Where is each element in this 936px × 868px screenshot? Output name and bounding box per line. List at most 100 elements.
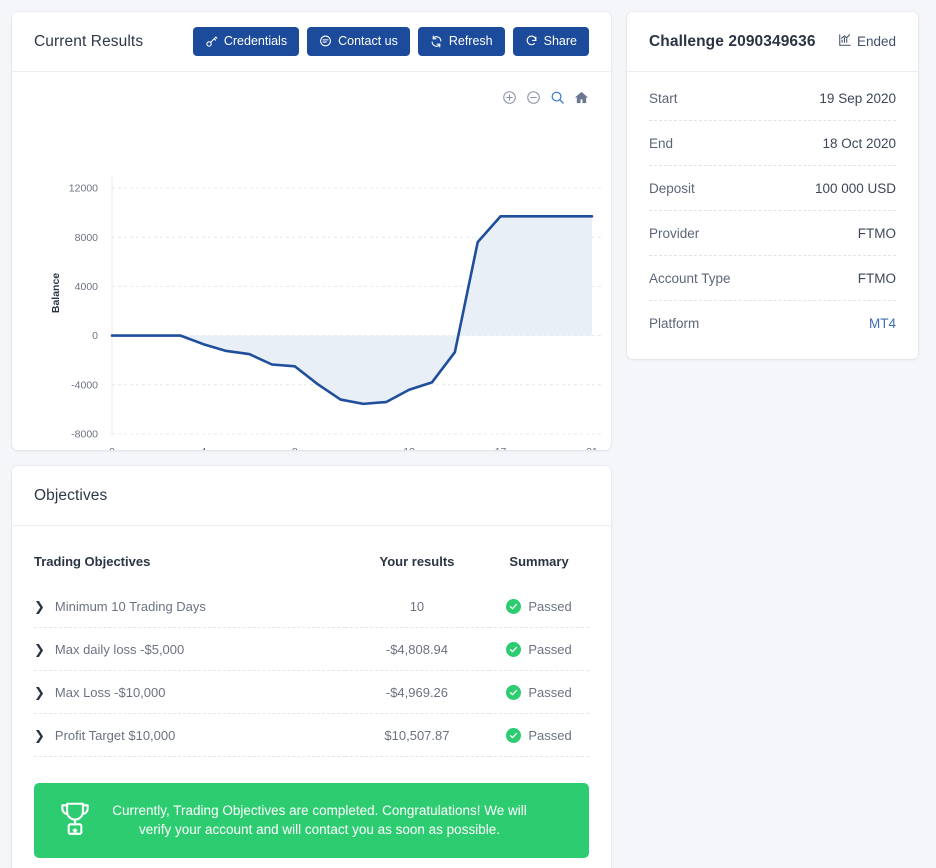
- objective-name-cell: ❯ Profit Target $10,000: [34, 714, 345, 757]
- key-icon: [205, 35, 218, 48]
- svg-text:0: 0: [109, 446, 115, 450]
- objective-result-cell: -$4,969.26: [345, 671, 489, 714]
- column-header-results: Your results: [345, 532, 489, 585]
- home-reset-icon[interactable]: [574, 90, 589, 105]
- svg-text:8: 8: [292, 446, 298, 450]
- objective-expand-toggle[interactable]: ❯ Profit Target $10,000: [34, 728, 345, 743]
- zoom-in-icon[interactable]: [502, 90, 517, 105]
- info-row: ProviderFTMO: [649, 211, 896, 256]
- check-circle-icon: [506, 599, 521, 614]
- page-root: Current Results Credentials: [0, 0, 936, 868]
- contact-us-button-label: Contact us: [338, 35, 398, 48]
- objective-label: Profit Target $10,000: [55, 728, 175, 743]
- info-row-value: FTMO: [858, 271, 896, 286]
- challenge-info-card: Challenge 2090349636 Ended Start 19 Sep 2…: [627, 12, 918, 359]
- objective-summary-cell: Passed: [489, 585, 589, 628]
- credentials-button[interactable]: Credentials: [193, 27, 299, 56]
- objective-label: Max Loss -$10,000: [55, 685, 166, 700]
- status-badge: Passed: [506, 728, 571, 743]
- share-button-label: Share: [544, 35, 577, 48]
- refresh-icon: [430, 35, 443, 48]
- selection-zoom-icon[interactable]: [550, 90, 565, 105]
- info-row: Account Type FTMO: [649, 256, 896, 301]
- results-toolbar: Credentials Contact us: [193, 27, 589, 56]
- refresh-button-label: Refresh: [449, 35, 493, 48]
- objective-result-cell: -$4,808.94: [345, 628, 489, 671]
- objectives-table: Trading Objectives Your results Summary …: [34, 532, 589, 757]
- objective-result-cell: $10,507.87: [345, 714, 489, 757]
- check-circle-icon: [506, 642, 521, 657]
- svg-text:8000: 8000: [75, 232, 99, 244]
- table-row[interactable]: ❯ Profit Target $10,000 $10,507.87 Passed: [34, 714, 589, 757]
- completion-banner: Currently, Trading Objectives are comple…: [34, 783, 589, 858]
- current-results-card: Current Results Credentials: [12, 12, 611, 450]
- svg-text:12000: 12000: [69, 183, 98, 195]
- info-row-key: Start: [649, 91, 678, 106]
- objective-expand-toggle[interactable]: ❯ Minimum 10 Trading Days: [34, 599, 345, 614]
- current-results-header: Current Results Credentials: [12, 12, 611, 72]
- objective-expand-toggle[interactable]: ❯ Max Loss -$10,000: [34, 685, 345, 700]
- info-row-value: 18 Oct 2020: [822, 136, 896, 151]
- challenge-info-body: Start 19 Sep 2020 End 18 Oct 2020 Deposit100…: [627, 72, 918, 359]
- svg-text:21: 21: [586, 446, 598, 450]
- trophy-icon: [56, 799, 94, 842]
- svg-text:-8000: -8000: [71, 429, 98, 441]
- objectives-header: Objectives: [12, 466, 611, 526]
- page-title: Current Results: [34, 33, 143, 51]
- info-row-value[interactable]: MT4: [869, 316, 896, 331]
- objective-result-cell: 10: [345, 585, 489, 628]
- status-badge: Passed: [506, 642, 571, 657]
- objective-summary-cell: Passed: [489, 714, 589, 757]
- chat-bubble-icon: [319, 35, 332, 48]
- share-button[interactable]: Share: [513, 27, 589, 56]
- chart-line-icon: [838, 33, 852, 50]
- objective-summary-cell: Passed: [489, 671, 589, 714]
- column-header-objectives: Trading Objectives: [34, 532, 345, 585]
- credentials-button-label: Credentials: [224, 35, 287, 48]
- svg-text:-4000: -4000: [71, 379, 98, 391]
- objectives-body: Trading Objectives Your results Summary …: [12, 526, 611, 773]
- chevron-right-icon: ❯: [34, 729, 45, 742]
- svg-text:13: 13: [403, 446, 415, 450]
- check-circle-icon: [506, 728, 521, 743]
- check-circle-icon: [506, 685, 521, 700]
- left-column: Current Results Credentials: [12, 12, 611, 868]
- table-header-row: Trading Objectives Your results Summary: [34, 532, 589, 585]
- chevron-right-icon: ❯: [34, 643, 45, 656]
- status-badge-label: Passed: [528, 642, 571, 657]
- contact-us-button[interactable]: Contact us: [307, 27, 410, 56]
- status-badge-label: Passed: [528, 685, 571, 700]
- info-row-key: End: [649, 136, 673, 151]
- svg-text:4000: 4000: [75, 281, 99, 293]
- info-row: End 18 Oct 2020: [649, 121, 896, 166]
- info-row-value: FTMO: [858, 226, 896, 241]
- objective-name-cell: ❯ Minimum 10 Trading Days: [34, 585, 345, 628]
- table-row[interactable]: ❯ Minimum 10 Trading Days 10 Passed: [34, 585, 589, 628]
- svg-text:17: 17: [495, 446, 507, 450]
- objective-expand-toggle[interactable]: ❯Max daily loss -$5,000: [34, 642, 345, 657]
- info-row: Deposit100 000 USD: [649, 166, 896, 211]
- refresh-button[interactable]: Refresh: [418, 27, 505, 56]
- info-row-value: 19 Sep 2020: [819, 91, 896, 106]
- chevron-right-icon: ❯: [34, 600, 45, 613]
- status-badge: Passed: [506, 685, 571, 700]
- objective-label: Minimum 10 Trading Days: [55, 599, 206, 614]
- info-row: Start 19 Sep 2020: [649, 76, 896, 121]
- chevron-right-icon: ❯: [34, 686, 45, 699]
- status-badge-label: Ended: [857, 34, 896, 49]
- zoom-out-icon[interactable]: [526, 90, 541, 105]
- info-row-key: Account Type: [649, 271, 731, 286]
- objective-name-cell: ❯ Max Loss -$10,000: [34, 671, 345, 714]
- table-row[interactable]: ❯ Max Loss -$10,000 -$4,969.26 Passed: [34, 671, 589, 714]
- share-icon: [525, 35, 538, 48]
- right-column: Challenge 2090349636 Ended Start 19 Sep 2…: [627, 12, 918, 359]
- status-badge[interactable]: Ended: [838, 33, 896, 50]
- svg-text:Balance: Balance: [50, 273, 62, 313]
- challenge-title: Challenge 2090349636: [649, 33, 816, 51]
- table-row[interactable]: ❯Max daily loss -$5,000-$4,808.94 Passed: [34, 628, 589, 671]
- objectives-title: Objectives: [34, 487, 107, 505]
- objective-summary-cell: Passed: [489, 628, 589, 671]
- status-badge-label: Passed: [528, 599, 571, 614]
- column-header-summary: Summary: [489, 532, 589, 585]
- chart-toolbar: [502, 90, 589, 105]
